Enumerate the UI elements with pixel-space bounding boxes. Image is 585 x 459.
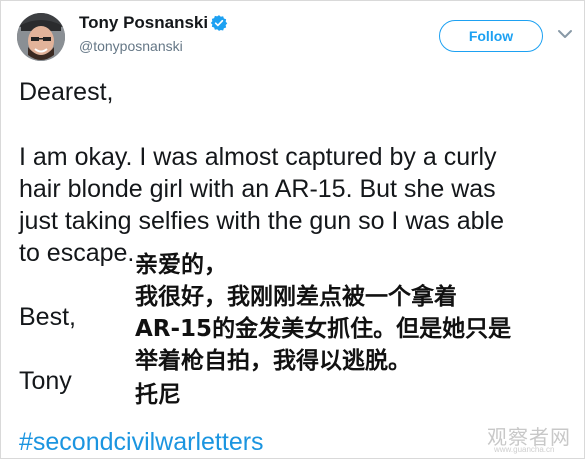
translation-line: 托尼 [135, 382, 181, 408]
tweet-text-line: Tony [19, 367, 72, 395]
tweet-text-line: Best, [19, 303, 76, 331]
translation-line: 亲爱的， [135, 250, 231, 281]
verified-badge-icon [210, 15, 228, 31]
author-handle[interactable]: @tonyposnanski [79, 38, 183, 54]
tweet-text-line: just taking selfies with the gun so I wa… [19, 207, 504, 235]
avatar-photo-icon [17, 13, 65, 61]
tweet-text-line: hair blonde girl with an AR-15. But she … [19, 175, 496, 203]
hashtag-link[interactable]: #secondcivilwarletters [19, 426, 264, 458]
tweet-text-line: I am okay. I was almost captured by a cu… [19, 143, 497, 171]
tweet-text-line: Dearest, [19, 78, 114, 106]
author-name[interactable]: Tony Posnanski [79, 13, 208, 33]
watermark-url: www.guancha.cn [494, 445, 555, 454]
follow-button[interactable]: Follow [439, 20, 543, 52]
chevron-down-icon[interactable] [557, 28, 573, 40]
translation-line: 我很好，我刚刚差点被一个拿着 [135, 284, 457, 310]
tweet-text-line: to escape. [19, 239, 135, 267]
tweet-card: Tony Posnanski @tonyposnanski Follow Dea… [0, 0, 585, 459]
translation-line: AR-15的金发美女抓住。但是她只是 [135, 316, 512, 342]
translation-line: 举着枪自拍，我得以逃脱。 [135, 348, 411, 374]
avatar[interactable] [17, 13, 65, 61]
